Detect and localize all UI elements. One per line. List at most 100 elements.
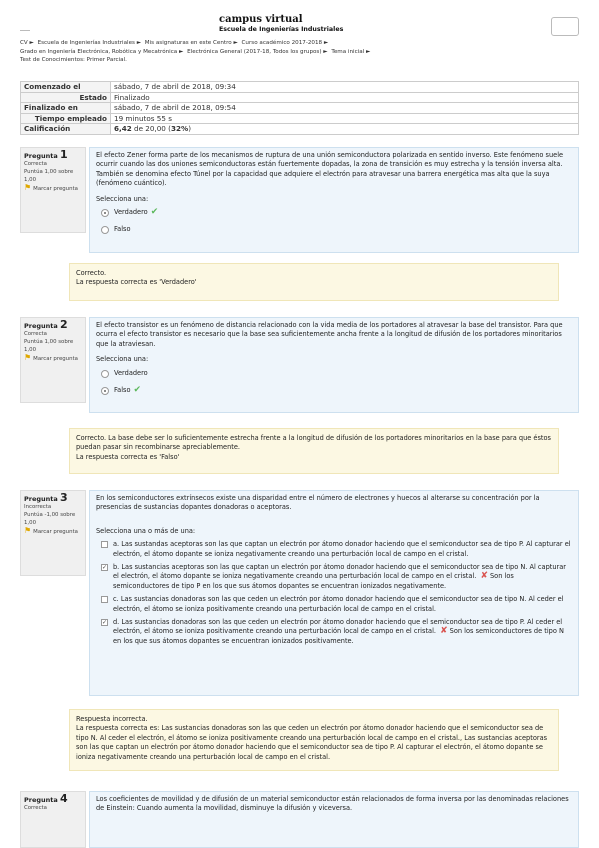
- flag-label: Marcar pregunta: [33, 186, 78, 192]
- site-subtitle: Escuela de Ingenierías Industriales: [219, 26, 344, 33]
- menu-button[interactable]: [551, 17, 579, 36]
- answer-prompt: Selecciona una:: [96, 194, 149, 203]
- summary-row: Calificación 6,42 de 20,00 (32%): [20, 123, 579, 135]
- question-mark: Puntúa 1,00 sobre 1,00: [24, 169, 74, 183]
- question-word: Pregunta: [24, 796, 58, 804]
- summary-value: Finalizado: [110, 91, 579, 103]
- site-title[interactable]: campus virtual: [219, 14, 303, 25]
- grade-rest: de 20,00 (: [131, 124, 171, 134]
- answer-option[interactable]: Verdadero ✔: [96, 207, 572, 218]
- summary-value: sábado, 7 de abril de 2018, 09:54: [110, 102, 579, 114]
- question-text: En los semiconductores extrínsecos exist…: [96, 494, 540, 512]
- grade-percent: 32%: [170, 124, 189, 134]
- feedback: Correcto. La respuesta correcta es 'Verd…: [69, 263, 559, 301]
- breadcrumb-item[interactable]: Curso académico 2017-2018 ►: [242, 40, 329, 46]
- checkbox[interactable]: [101, 541, 108, 549]
- right-answer: La respuesta correcta es 'Falso': [76, 452, 180, 461]
- summary-label: Estado: [20, 91, 111, 103]
- breadcrumb-item[interactable]: CV ►: [20, 40, 34, 46]
- question-text: Los coeficientes de movilidad y de difus…: [96, 795, 569, 813]
- question-state: Correcta: [24, 331, 47, 337]
- grade-end: ): [188, 124, 191, 134]
- option-label: Verdadero: [114, 368, 148, 377]
- summary-value: 6,42 de 20,00 (32%): [110, 123, 579, 135]
- check-icon: ✔: [150, 207, 159, 218]
- checkbox-checked[interactable]: ✓: [101, 619, 108, 627]
- summary-value: sábado, 7 de abril de 2018, 09:34: [110, 81, 579, 93]
- breadcrumb-item[interactable]: Escuela de Ingenierías Industriales ►: [38, 40, 141, 46]
- question-number: Pregunta 1: [24, 148, 82, 161]
- option-label: c. Las sustancias donadoras son las que …: [113, 595, 564, 613]
- feedback-status: Respuesta incorrecta.: [76, 715, 148, 723]
- flag-icon: ⚑: [24, 353, 32, 362]
- question-mark: Puntúa 1,00 sobre 1,00: [24, 339, 74, 353]
- option-label: Falso: [114, 225, 131, 234]
- question-word: Pregunta: [24, 495, 58, 503]
- question-word: Pregunta: [24, 152, 58, 160]
- radio-button[interactable]: [101, 209, 109, 218]
- question-state: Incorrecta: [24, 504, 52, 510]
- question-text: El efecto Zener forma parte de los mecan…: [96, 151, 564, 188]
- option-label: a. Las sustandas aceptoras son las que c…: [113, 540, 571, 558]
- attempt-summary: Comenzado el sábado, 7 de abril de 2018,…: [20, 81, 579, 135]
- question-info: Pregunta 2 Correcta Puntúa 1,00 sobre 1,…: [20, 317, 86, 403]
- grade-score: 6,42: [114, 124, 132, 134]
- breadcrumb-item[interactable]: Tema inicial ►: [331, 49, 370, 55]
- page-header: campus virtual Escuela de Ingenierías In…: [0, 0, 599, 90]
- feedback-status: Correcto.: [76, 269, 107, 277]
- checkbox[interactable]: [101, 596, 108, 604]
- question-number: Pregunta 2: [24, 318, 82, 331]
- answer-option[interactable]: ✓ b. Las sustancias aceptoras son las qu…: [96, 563, 572, 591]
- flag-question-button[interactable]: ⚑ Marcar pregunta: [24, 354, 82, 363]
- summary-label: Tiempo empleado: [20, 112, 111, 124]
- question-state: Correcta: [24, 161, 47, 167]
- flag-label: Marcar pregunta: [33, 529, 78, 535]
- radio-button[interactable]: [101, 369, 109, 378]
- radio-button[interactable]: [101, 226, 109, 235]
- feedback: Respuesta incorrecta. La respuesta corre…: [69, 709, 559, 771]
- question-mark: Puntúa -1,00 sobre 1,00: [24, 512, 76, 526]
- question-num: 2: [60, 318, 68, 331]
- checkbox-checked[interactable]: ✓: [101, 564, 108, 572]
- cross-icon: ✘: [440, 626, 448, 637]
- divider: [20, 30, 30, 31]
- cross-icon: ✘: [480, 571, 488, 582]
- summary-label: Finalizado en: [20, 102, 111, 114]
- breadcrumb-item[interactable]: Mis asignaturas en este Centro ►: [145, 40, 238, 46]
- answer-prompt: Selecciona una o más de una:: [96, 526, 196, 535]
- question-state: Correcta: [24, 805, 47, 811]
- breadcrumb-item[interactable]: Test de Conocimientos: Primer Parcial.: [20, 57, 127, 63]
- flag-icon: ⚑: [24, 183, 32, 192]
- question-number: Pregunta 3: [24, 491, 82, 504]
- feedback-status: Correcto. La base debe ser lo suficiente…: [76, 434, 551, 452]
- question-info: Pregunta 4 Correcta: [20, 791, 86, 848]
- check-icon: ✔: [133, 385, 142, 396]
- question-content: El efecto transistor es un fenómeno de d…: [89, 317, 579, 413]
- summary-label: Calificación: [20, 123, 111, 135]
- answer-option[interactable]: Falso: [96, 225, 572, 235]
- flag-question-button[interactable]: ⚑ Marcar pregunta: [24, 184, 82, 193]
- answer-option[interactable]: Verdadero: [96, 369, 572, 378]
- question-word: Pregunta: [24, 322, 58, 330]
- answer-option[interactable]: Falso ✔: [96, 385, 572, 396]
- question-info: Pregunta 1 Correcta Puntúa 1,00 sobre 1,…: [20, 147, 86, 233]
- summary-row: Estado Finalizado: [20, 91, 579, 103]
- option-label: Verdadero: [114, 208, 148, 217]
- right-answer: La respuesta correcta es: Las sustancias…: [76, 724, 548, 761]
- question-text: El efecto transistor es un fenómeno de d…: [96, 321, 563, 348]
- radio-button[interactable]: [101, 387, 109, 396]
- answer-option[interactable]: ✓ d. Las sustancias donadoras son las qu…: [96, 618, 572, 646]
- answer-option[interactable]: c. Las sustancias donadoras son las que …: [96, 595, 572, 614]
- flag-label: Marcar pregunta: [33, 356, 78, 362]
- flag-question-button[interactable]: ⚑ Marcar pregunta: [24, 527, 82, 536]
- question-content: Los coeficientes de movilidad y de difus…: [89, 791, 579, 848]
- question-num: 1: [60, 148, 68, 161]
- breadcrumb: CV ► Escuela de Ingenierías Industriales…: [20, 39, 580, 65]
- question-num: 3: [60, 491, 68, 504]
- breadcrumb-item[interactable]: Grado en Ingeniería Electrónica, Robótic…: [20, 49, 183, 55]
- breadcrumb-item[interactable]: Electrónica General (2017-18, Todos los …: [187, 49, 327, 55]
- question-number: Pregunta 4: [24, 793, 82, 804]
- summary-row: Comenzado el sábado, 7 de abril de 2018,…: [20, 81, 579, 93]
- answer-option[interactable]: a. Las sustandas aceptoras son las que c…: [96, 540, 572, 559]
- summary-value: 19 minutos 55 s: [110, 112, 579, 124]
